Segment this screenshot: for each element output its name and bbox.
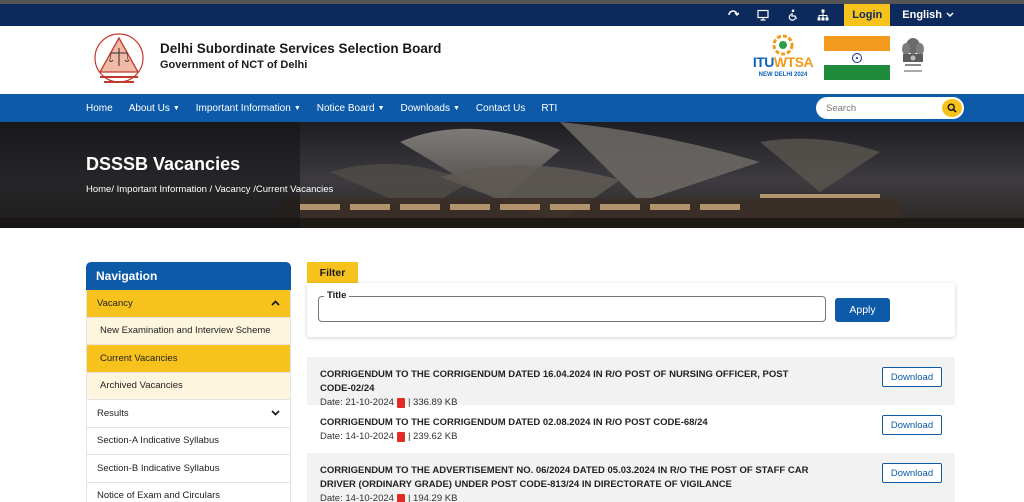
- sidebar-item-vacancy[interactable]: Vacancy: [86, 290, 291, 318]
- sidebar-item-label: Results: [97, 407, 129, 419]
- screen-reader-icon[interactable]: [718, 4, 748, 26]
- vacancy-title[interactable]: CORRIGENDUM TO THE ADVERTISEMENT NO. 06/…: [320, 464, 820, 492]
- sidebar-item-notice-of-exam[interactable]: Notice of Exam and Circulars: [86, 482, 291, 502]
- nav-label: Notice Board: [316, 102, 375, 114]
- dsssb-logo[interactable]: [86, 32, 152, 88]
- list-item: CORRIGENDUM TO THE CORRIGENDUM DATED 02.…: [307, 405, 955, 453]
- sidebar-item-results[interactable]: Results: [86, 400, 291, 428]
- indian-flag-icon: [824, 36, 890, 81]
- vacancy-date: Date: 14-10-2024: [320, 431, 394, 442]
- utility-bar: Login English: [0, 4, 1024, 26]
- caret-down-icon: ▼: [293, 104, 301, 112]
- sidebar-item-label: Current Vacancies: [100, 352, 178, 364]
- nav-label: RTI: [541, 102, 558, 114]
- vacancy-date: Date: 14-10-2024: [320, 493, 394, 502]
- language-label: English: [902, 9, 942, 21]
- sidebar-heading: Navigation: [86, 262, 291, 290]
- sidebar-item-label: New Examination and Interview Scheme: [100, 325, 271, 337]
- breadcrumb: Home/ Important Information / Vacancy /C…: [86, 184, 334, 195]
- sidebar-item-current-vacancies[interactable]: Current Vacancies: [86, 345, 291, 373]
- caret-down-icon: ▼: [377, 104, 385, 112]
- org-title-block: Delhi Subordinate Services Selection Boa…: [160, 41, 441, 71]
- title-input[interactable]: [319, 297, 825, 321]
- pdf-icon: [396, 431, 405, 442]
- nav-label: Important Information: [195, 102, 291, 114]
- vacancy-meta: Date: 14-10-2024 | 239.62 KB: [320, 431, 942, 442]
- sitemap-monitor-icon[interactable]: [748, 4, 778, 26]
- download-button[interactable]: Download: [882, 463, 942, 483]
- vacancy-title[interactable]: CORRIGENDUM TO THE CORRIGENDUM DATED 02.…: [320, 416, 820, 430]
- caret-down-icon: ▼: [172, 104, 180, 112]
- nav-label: Home: [86, 102, 113, 114]
- itu-text: ITU: [752, 54, 775, 70]
- chevron-down-icon: [271, 408, 280, 418]
- sidebar-item-label: Section-A Indicative Syllabus: [97, 435, 219, 447]
- national-emblem-icon: [898, 36, 928, 80]
- sidebar-item-section-a-syllabus[interactable]: Section-A Indicative Syllabus: [86, 427, 291, 455]
- vacancy-meta: Date: 14-10-2024 | 194.29 KB: [320, 493, 942, 502]
- vacancy-title[interactable]: CORRIGENDUM TO THE CORRIGENDUM DATED 16.…: [320, 368, 820, 396]
- search-button[interactable]: [942, 99, 962, 117]
- itu-subtitle: NEW DELHI 2024: [758, 72, 808, 78]
- org-name: Delhi Subordinate Services Selection Boa…: [160, 41, 442, 56]
- nav-label: About Us: [128, 102, 170, 114]
- sidebar-item-section-b-syllabus[interactable]: Section-B Indicative Syllabus: [86, 455, 291, 483]
- vacancy-size: | 239.62 KB: [407, 431, 458, 442]
- header-logos: ITUWTSA NEW DELHI 2024: [750, 34, 928, 81]
- list-item: CORRIGENDUM TO THE ADVERTISEMENT NO. 06/…: [307, 453, 955, 502]
- title-field: [318, 296, 826, 322]
- chevron-up-icon: [271, 298, 280, 308]
- chevron-down-icon: [946, 12, 954, 18]
- sidebar-item-label: Vacancy: [97, 297, 133, 309]
- sidebar-item-label: Notice of Exam and Circulars: [97, 490, 221, 502]
- site-header: Delhi Subordinate Services Selection Boa…: [0, 26, 1024, 94]
- title-label: Title: [324, 290, 350, 301]
- sitemap-icon[interactable]: [808, 4, 838, 26]
- sidebar-item-label: Section-B Indicative Syllabus: [97, 462, 220, 474]
- sidebar-item-label: Archived Vacancies: [100, 380, 183, 392]
- download-button[interactable]: Download: [882, 367, 942, 387]
- itu-wordmark: ITUWTSA: [750, 54, 816, 70]
- lotus-temple-image: [0, 122, 1024, 228]
- search-icon: [947, 103, 957, 113]
- sidebar-item-new-exam-scheme[interactable]: New Examination and Interview Scheme: [86, 317, 291, 345]
- org-subtitle: Government of NCT of Delhi: [160, 59, 308, 71]
- nav-important-information[interactable]: Important Information ▼: [196, 103, 301, 114]
- download-button[interactable]: Download: [882, 415, 942, 435]
- nav-label: Downloads: [400, 102, 450, 114]
- nav-notice-board[interactable]: Notice Board ▼: [317, 103, 385, 114]
- page-title: DSSSB Vacancies: [86, 154, 241, 174]
- login-button[interactable]: Login: [844, 4, 891, 26]
- nav-about-us[interactable]: About Us ▼: [129, 103, 180, 114]
- main-nav: Home About Us ▼ Important Information ▼ No…: [0, 94, 1024, 122]
- nav-downloads[interactable]: Downloads ▼: [401, 103, 460, 114]
- nav-rti[interactable]: RTI: [541, 103, 557, 114]
- accessibility-icon[interactable]: [778, 4, 808, 26]
- nav-home[interactable]: Home: [86, 103, 113, 114]
- nav-label: Contact Us: [475, 102, 526, 114]
- sidebar-item-archived-vacancies[interactable]: Archived Vacancies: [86, 372, 291, 400]
- itu-wtsa-logo[interactable]: ITUWTSA NEW DELHI 2024: [750, 34, 816, 80]
- search-box: [816, 97, 964, 119]
- pdf-icon: [396, 493, 405, 502]
- list-item: CORRIGENDUM TO THE CORRIGENDUM DATED 16.…: [307, 357, 955, 408]
- filter-tab[interactable]: Filter: [307, 262, 358, 283]
- apply-button[interactable]: Apply: [835, 298, 890, 322]
- vacancy-list: CORRIGENDUM TO THE CORRIGENDUM DATED 16.…: [307, 357, 955, 502]
- caret-down-icon: ▼: [452, 104, 460, 112]
- vacancy-size: | 194.29 KB: [407, 493, 458, 502]
- page: Login English Delhi Subordinate Services…: [0, 0, 1024, 502]
- filter-panel: Title Apply: [307, 283, 955, 337]
- language-selector[interactable]: English: [902, 9, 954, 21]
- wtsa-text: WTSA: [773, 54, 814, 70]
- page-banner: DSSSB Vacancies Home/ Important Informat…: [0, 122, 1024, 228]
- search-input[interactable]: [816, 102, 934, 114]
- sidebar-navigation: Navigation Vacancy New Examination and I…: [86, 262, 291, 502]
- nav-contact-us[interactable]: Contact Us: [476, 103, 525, 114]
